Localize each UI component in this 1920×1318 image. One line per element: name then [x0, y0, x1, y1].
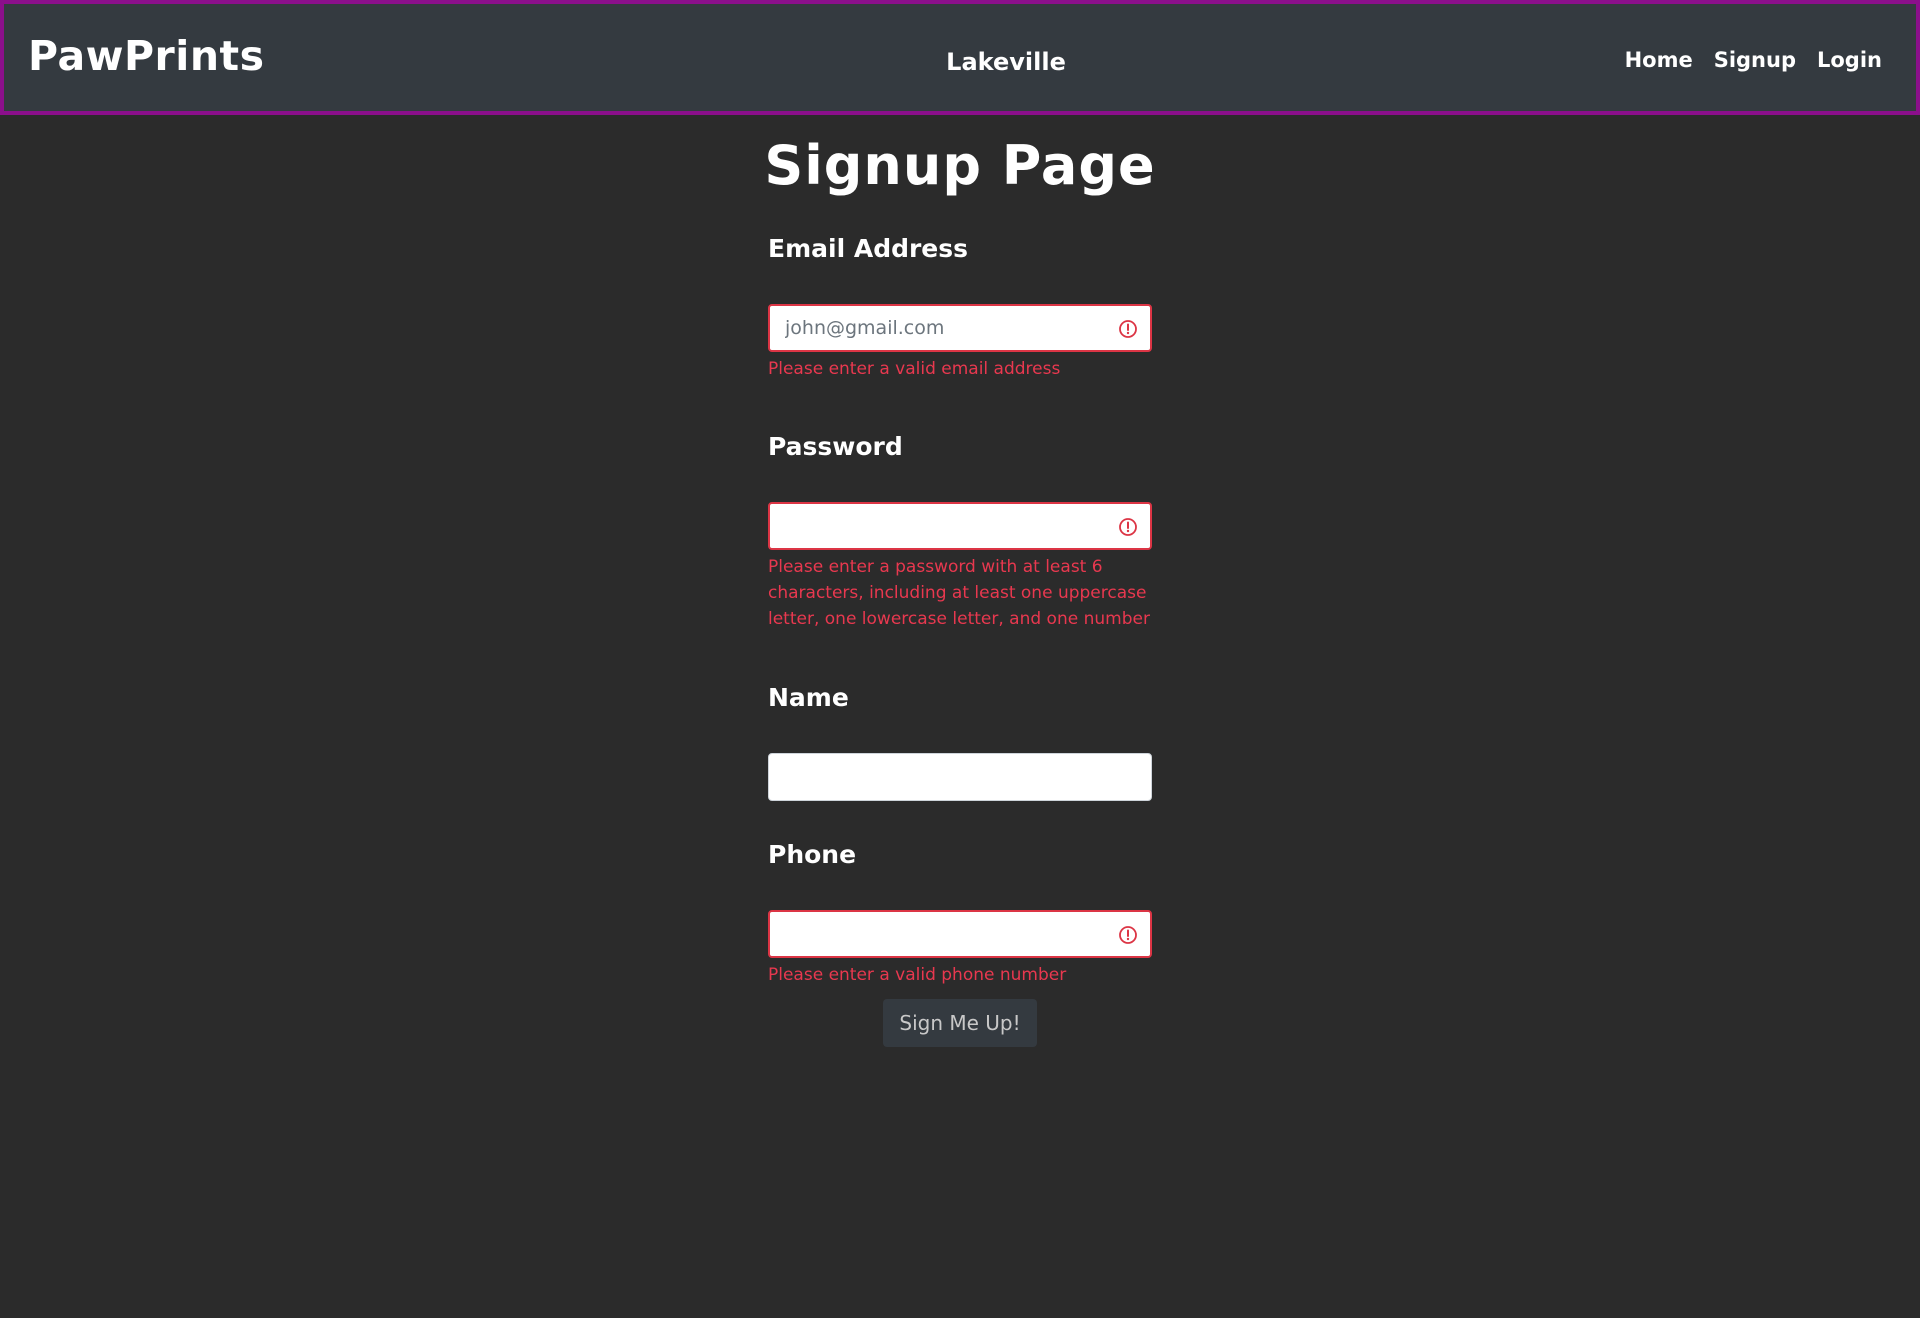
email-field-wrapper — [768, 304, 1152, 352]
email-input[interactable] — [770, 306, 1150, 350]
password-field-wrapper — [768, 502, 1152, 550]
nav-link-home[interactable]: Home — [1625, 48, 1693, 72]
name-field-wrapper — [768, 753, 1152, 801]
phone-label: Phone — [768, 840, 857, 869]
navbar: PawPrints Lakeville Home Signup Login — [0, 0, 1920, 115]
nav-link-login[interactable]: Login — [1817, 48, 1882, 72]
password-label: Password — [768, 432, 903, 461]
phone-error-message: Please enter a valid phone number — [768, 965, 1067, 985]
exclamation-circle-icon — [1119, 518, 1137, 536]
nav-link-signup[interactable]: Signup — [1714, 48, 1796, 72]
brand-logo-link[interactable]: PawPrints — [28, 32, 265, 80]
password-error-message: Please enter a password with at least 6 … — [768, 557, 1150, 629]
exclamation-circle-icon — [1119, 320, 1137, 338]
email-label: Email Address — [768, 234, 969, 263]
name-label: Name — [768, 683, 849, 712]
exclamation-circle-icon — [1119, 926, 1137, 944]
email-error-message: Please enter a valid email address — [768, 359, 1061, 379]
name-input[interactable] — [769, 754, 1151, 800]
phone-input[interactable] — [770, 912, 1150, 956]
nav-links: Home Signup Login — [1625, 48, 1882, 72]
sign-up-button[interactable]: Sign Me Up! — [883, 999, 1037, 1047]
page-title: Signup Page — [764, 134, 1156, 197]
password-input[interactable] — [770, 504, 1150, 548]
phone-field-wrapper — [768, 910, 1152, 958]
